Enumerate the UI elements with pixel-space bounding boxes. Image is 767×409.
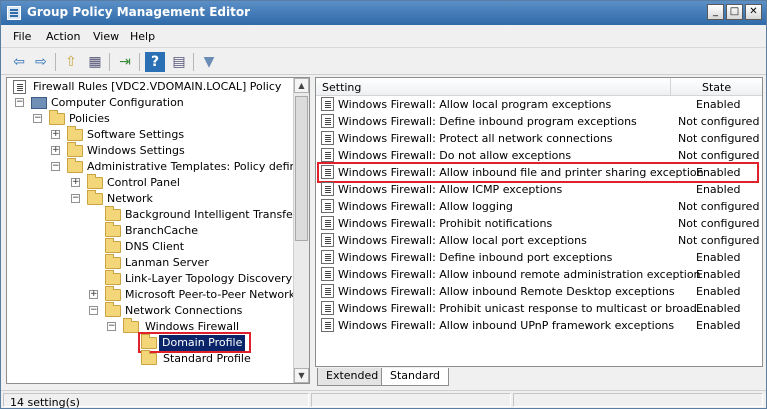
menu-view[interactable]: View xyxy=(93,30,119,43)
collapse-icon[interactable]: − xyxy=(33,114,42,123)
tree-pane[interactable]: Firewall Rules [VDC2.VDOMAIN.LOCAL] Poli… xyxy=(6,77,310,384)
folder-icon xyxy=(87,190,103,205)
setting-icon xyxy=(321,199,334,213)
menu-action[interactable]: Action xyxy=(46,30,80,43)
export-icon[interactable]: ⇥ xyxy=(115,52,135,72)
row-highlight xyxy=(317,162,759,183)
settings-list[interactable]: Setting State Windows Firewall: Allow lo… xyxy=(315,77,763,367)
toolbar: ⇦ ⇨ ⇧ ▦ ⇥ ? ▤ ▼ xyxy=(1,47,766,75)
filter-icon[interactable]: ▼ xyxy=(199,52,219,72)
gpme-window: Group Policy Management Editor _ □ ✕ Fil… xyxy=(0,0,767,409)
column-state[interactable]: State xyxy=(702,81,731,94)
setting-icon xyxy=(321,318,334,332)
menu-bar: File Action View Help xyxy=(1,26,766,46)
list-header: Setting State xyxy=(316,78,762,96)
folder-icon xyxy=(105,238,121,253)
title-bar[interactable]: Group Policy Management Editor _ □ ✕ xyxy=(1,1,766,25)
expand-icon[interactable]: + xyxy=(71,178,80,187)
close-button[interactable]: ✕ xyxy=(745,4,762,20)
folder-icon xyxy=(141,350,157,365)
app-icon xyxy=(7,6,21,20)
up-folder-icon[interactable]: ⇧ xyxy=(61,52,81,72)
minimize-button[interactable]: _ xyxy=(707,4,724,20)
folder-icon xyxy=(105,302,121,317)
menu-help[interactable]: Help xyxy=(130,30,155,43)
folder-icon xyxy=(67,126,83,141)
expand-icon[interactable]: + xyxy=(51,130,60,139)
folder-icon xyxy=(67,142,83,157)
setting-icon xyxy=(321,97,334,111)
list-item[interactable]: Windows Firewall: Define inbound port ex… xyxy=(316,249,762,266)
list-item[interactable]: Windows Firewall: Allow logging Not conf… xyxy=(316,198,762,215)
back-icon[interactable]: ⇦ xyxy=(9,52,29,72)
collapse-icon[interactable]: − xyxy=(51,162,60,171)
folder-icon xyxy=(123,318,139,333)
expand-icon[interactable]: + xyxy=(89,290,98,299)
folder-icon xyxy=(105,286,121,301)
list-item[interactable]: Windows Firewall: Prohibit unicast respo… xyxy=(316,300,762,317)
folder-icon xyxy=(105,254,121,269)
view-tabs: Extended Standard xyxy=(315,368,763,386)
collapse-icon[interactable]: − xyxy=(15,98,24,107)
folder-icon xyxy=(67,158,83,173)
list-item[interactable]: Windows Firewall: Allow inbound remote a… xyxy=(316,266,762,283)
list-item[interactable]: Windows Firewall: Allow local program ex… xyxy=(316,96,762,113)
setting-icon xyxy=(321,301,334,315)
scroll-thumb[interactable] xyxy=(295,96,308,241)
maximize-button[interactable]: □ xyxy=(726,4,743,20)
folder-icon xyxy=(105,270,121,285)
list-item[interactable]: Windows Firewall: Allow ICMP exceptions … xyxy=(316,181,762,198)
collapse-icon[interactable]: − xyxy=(71,194,80,203)
list-item[interactable]: Windows Firewall: Define inbound program… xyxy=(316,113,762,130)
setting-icon xyxy=(321,267,334,281)
folder-icon xyxy=(87,174,103,189)
folder-icon xyxy=(105,206,121,221)
status-text: 14 setting(s) xyxy=(10,396,80,409)
computer-icon xyxy=(31,97,47,109)
collapse-icon[interactable]: − xyxy=(89,306,98,315)
setting-icon xyxy=(321,131,334,145)
folder-icon xyxy=(105,222,121,237)
expand-icon[interactable]: + xyxy=(51,146,60,155)
collapse-icon[interactable]: − xyxy=(107,322,116,331)
scroll-up-arrow-icon[interactable]: ▲ xyxy=(294,78,309,93)
scroll-down-arrow-icon[interactable]: ▼ xyxy=(294,368,309,383)
setting-icon xyxy=(321,250,334,264)
help-icon[interactable]: ? xyxy=(145,52,165,72)
setting-icon xyxy=(321,233,334,247)
setting-icon xyxy=(321,114,334,128)
list-item[interactable]: Windows Firewall: Prohibit notifications… xyxy=(316,215,762,232)
setting-icon xyxy=(321,148,334,162)
menu-file[interactable]: File xyxy=(13,30,31,43)
tab-extended[interactable]: Extended xyxy=(317,368,388,386)
column-setting[interactable]: Setting xyxy=(322,81,361,94)
list-item[interactable]: Windows Firewall: Allow local port excep… xyxy=(316,232,762,249)
status-bar: 14 setting(s) xyxy=(1,390,766,409)
domain-profile-highlight xyxy=(138,332,251,353)
folder-icon xyxy=(49,110,65,125)
properties-icon[interactable]: ▤ xyxy=(169,52,189,72)
tree-scrollbar[interactable]: ▲ ▼ xyxy=(293,78,309,383)
show-hide-tree-icon[interactable]: ▦ xyxy=(85,52,105,72)
setting-icon xyxy=(321,182,334,196)
list-item[interactable]: Windows Firewall: Allow inbound UPnP fra… xyxy=(316,317,762,334)
setting-icon xyxy=(321,216,334,230)
window-title: Group Policy Management Editor xyxy=(27,5,251,19)
forward-icon[interactable]: ⇨ xyxy=(31,52,51,72)
list-item[interactable]: Windows Firewall: Protect all network co… xyxy=(316,130,762,147)
policy-icon xyxy=(13,80,26,94)
list-item[interactable]: Windows Firewall: Allow inbound Remote D… xyxy=(316,283,762,300)
tab-standard[interactable]: Standard xyxy=(381,368,450,386)
setting-icon xyxy=(321,284,334,298)
